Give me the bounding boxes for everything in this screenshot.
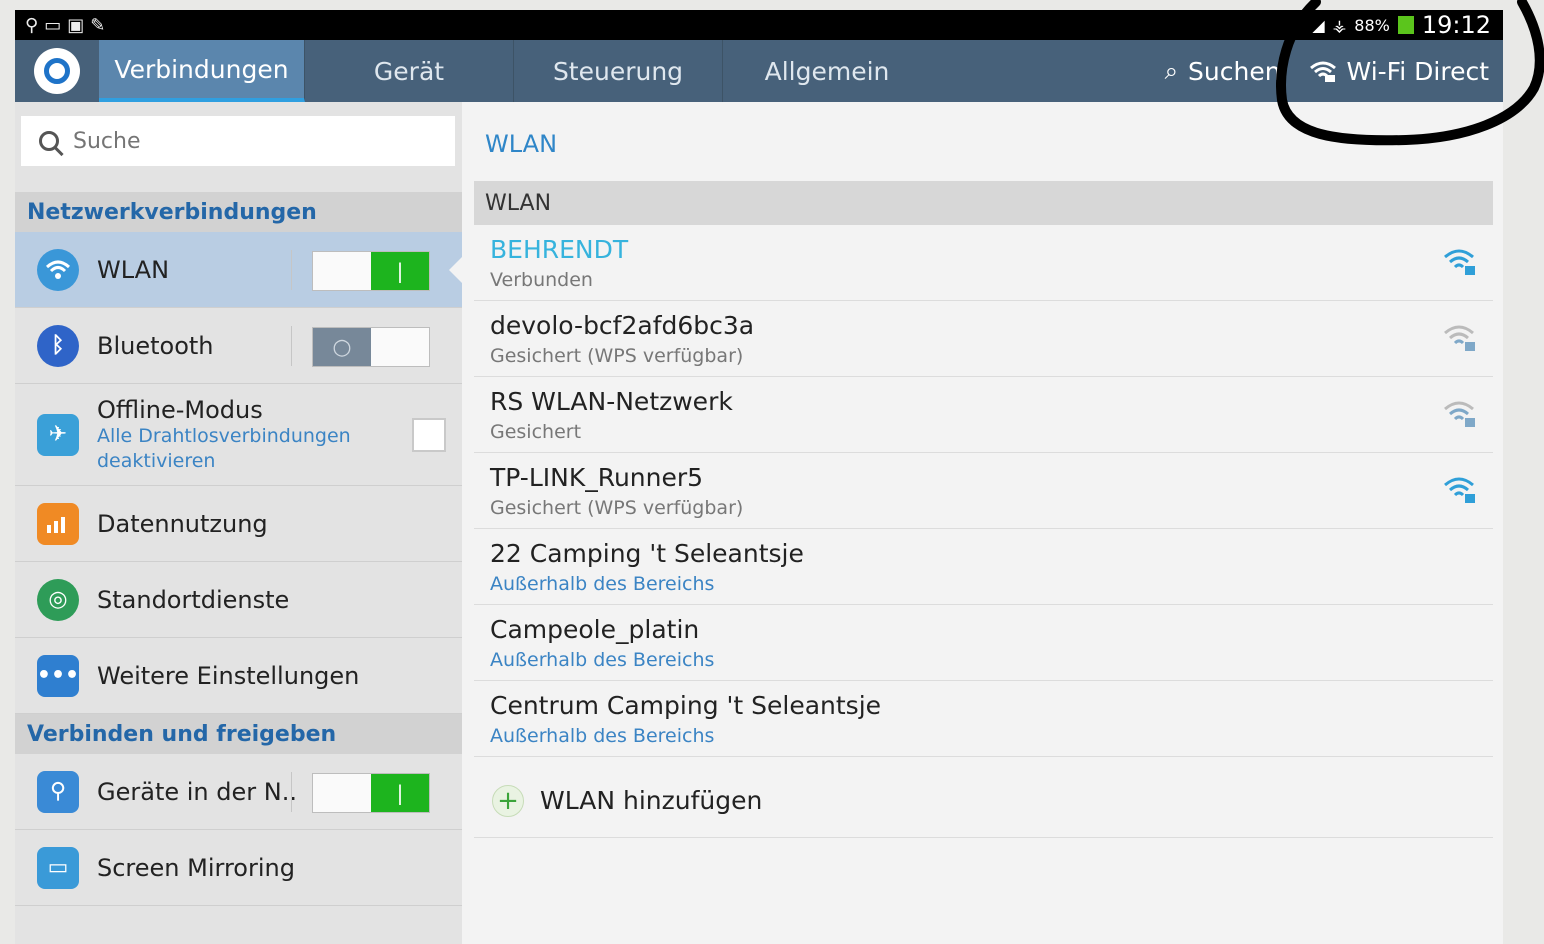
settings-sidebar: Netzwerkverbindungen WLAN | ᛒ Bluetooth … <box>15 102 463 944</box>
network-status: Außerhalb des Bereichs <box>490 573 715 595</box>
section-header-verbinden: Verbinden und freigeben <box>15 714 462 754</box>
wlan-toggle[interactable]: | <box>312 251 430 291</box>
network-row[interactable]: 22 Camping 't Seleantsje Außerhalb des B… <box>474 529 1493 605</box>
tab-allgemein[interactable]: Allgemein <box>723 40 931 102</box>
network-status: Verbunden <box>490 269 593 291</box>
page-title: WLAN <box>485 130 558 158</box>
sidebar-item-label: Screen Mirroring <box>97 853 295 882</box>
search-box[interactable] <box>21 116 455 166</box>
more-icon: ••• <box>37 654 79 697</box>
screen-mirroring-icon: ▭ <box>37 846 79 889</box>
network-name: Campeole_platin <box>490 615 700 644</box>
selection-pointer <box>449 256 463 284</box>
network-row[interactable]: Centrum Camping 't Seleantsje Außerhalb … <box>474 681 1493 757</box>
nearby-devices-toggle[interactable]: | <box>312 773 430 813</box>
tab-geraet[interactable]: Gerät <box>305 40 514 102</box>
hand-drawn-circle-annotation <box>1276 0 1544 146</box>
sidebar-item-location[interactable]: ◎ Standortdienste <box>15 562 462 638</box>
sidebar-item-label: Bluetooth <box>97 331 214 360</box>
section-header-netzwerkverbindungen: Netzwerkverbindungen <box>15 192 462 232</box>
sidebar-item-label: Datennutzung <box>97 509 268 538</box>
network-status: Außerhalb des Bereichs <box>490 725 715 747</box>
network-status: Gesichert (WPS verfügbar) <box>490 497 744 519</box>
bluetooth-toggle[interactable]: ○ <box>312 327 430 367</box>
sidebar-item-label: Weitere Einstellungen <box>97 661 360 690</box>
search-input[interactable] <box>71 127 375 155</box>
network-row[interactable]: RS WLAN-Netzwerk Gesichert <box>474 377 1493 453</box>
data-usage-icon <box>37 502 79 545</box>
bluetooth-icon: ᛒ <box>37 324 79 367</box>
scan-button[interactable]: ⌕ Suchen <box>1151 40 1295 102</box>
notification-icons: ⚲ ▭ ▣ ✎ <box>15 15 105 36</box>
sidebar-item-offline-mode[interactable]: ✈ Offline-Modus Alle Drahtlosverbindunge… <box>15 384 462 486</box>
list-header: WLAN <box>474 181 1493 225</box>
network-status: Gesichert <box>490 421 582 443</box>
scan-icon: ⌕ <box>1164 57 1179 85</box>
network-name: BEHRENDT <box>490 235 629 264</box>
search-icon <box>39 131 59 151</box>
network-row[interactable]: devolo-bcf2afd6bc3a Gesichert (WPS verfü… <box>474 301 1493 377</box>
sidebar-item-bluetooth[interactable]: ᛒ Bluetooth ○ <box>15 308 462 384</box>
sidebar-item-wlan[interactable]: WLAN | <box>15 232 462 308</box>
scan-label: Suchen <box>1188 56 1281 86</box>
wifi-locked-icon <box>1444 325 1475 351</box>
wlan-panel: WLAN WLAN BEHRENDT Verbunden devolo-bcf2… <box>462 102 1503 944</box>
sidebar-item-label: Standortdienste <box>97 585 290 614</box>
wifi-locked-icon <box>1444 249 1475 275</box>
settings-app-icon[interactable] <box>15 40 99 102</box>
clipboard-icon: ▣ <box>67 14 85 36</box>
network-name: Centrum Camping 't Seleantsje <box>490 691 882 720</box>
network-name: devolo-bcf2afd6bc3a <box>490 311 755 340</box>
airplane-icon: ✈ <box>37 413 79 456</box>
offline-mode-checkbox[interactable] <box>412 418 446 452</box>
network-row[interactable]: Campeole_platin Außerhalb des Bereichs <box>474 605 1493 681</box>
add-network-button[interactable]: + WLAN hinzufügen <box>474 764 1493 838</box>
tab-steuerung[interactable]: Steuerung <box>514 40 723 102</box>
sidebar-item-more-settings[interactable]: ••• Weitere Einstellungen <box>15 638 462 714</box>
tab-verbindungen[interactable]: Verbindungen <box>99 40 305 102</box>
sidebar-item-screen-mirroring[interactable]: ▭ Screen Mirroring <box>15 830 462 906</box>
nearby-devices-icon: ⚲ <box>37 770 79 813</box>
network-row[interactable]: BEHRENDT Verbunden <box>474 225 1493 301</box>
sidebar-item-nearby-devices[interactable]: ⚲ Geräte in der N.. | <box>15 754 462 830</box>
wifi-icon <box>37 248 79 291</box>
gear-icon <box>34 48 80 94</box>
network-name: RS WLAN-Netzwerk <box>490 387 733 416</box>
network-status: Außerhalb des Bereichs <box>490 649 715 671</box>
wifi-locked-icon <box>1444 477 1475 503</box>
screen-icon: ▭ <box>44 14 62 36</box>
network-name: 22 Camping 't Seleantsje <box>490 539 804 568</box>
network-name: TP-LINK_Runner5 <box>490 463 704 492</box>
network-status: Gesichert (WPS verfügbar) <box>490 345 744 367</box>
pencil-icon: ✎ <box>90 14 106 36</box>
wifi-locked-icon <box>1444 401 1475 427</box>
location-icon: ◎ <box>37 578 79 621</box>
sidebar-item-sublabel: Alle Drahtlosverbindungen deaktivieren <box>97 424 351 472</box>
add-network-label: WLAN hinzufügen <box>540 786 763 815</box>
sidebar-item-data-usage[interactable]: Datennutzung <box>15 486 462 562</box>
usb-icon: ⚲ <box>25 14 39 36</box>
network-row[interactable]: TP-LINK_Runner5 Gesichert (WPS verfügbar… <box>474 453 1493 529</box>
sidebar-item-label: Offline-Modus <box>97 395 263 424</box>
plus-icon: + <box>492 784 524 817</box>
sidebar-item-label: WLAN <box>97 255 170 284</box>
sidebar-item-label: Geräte in der N.. <box>97 777 297 806</box>
